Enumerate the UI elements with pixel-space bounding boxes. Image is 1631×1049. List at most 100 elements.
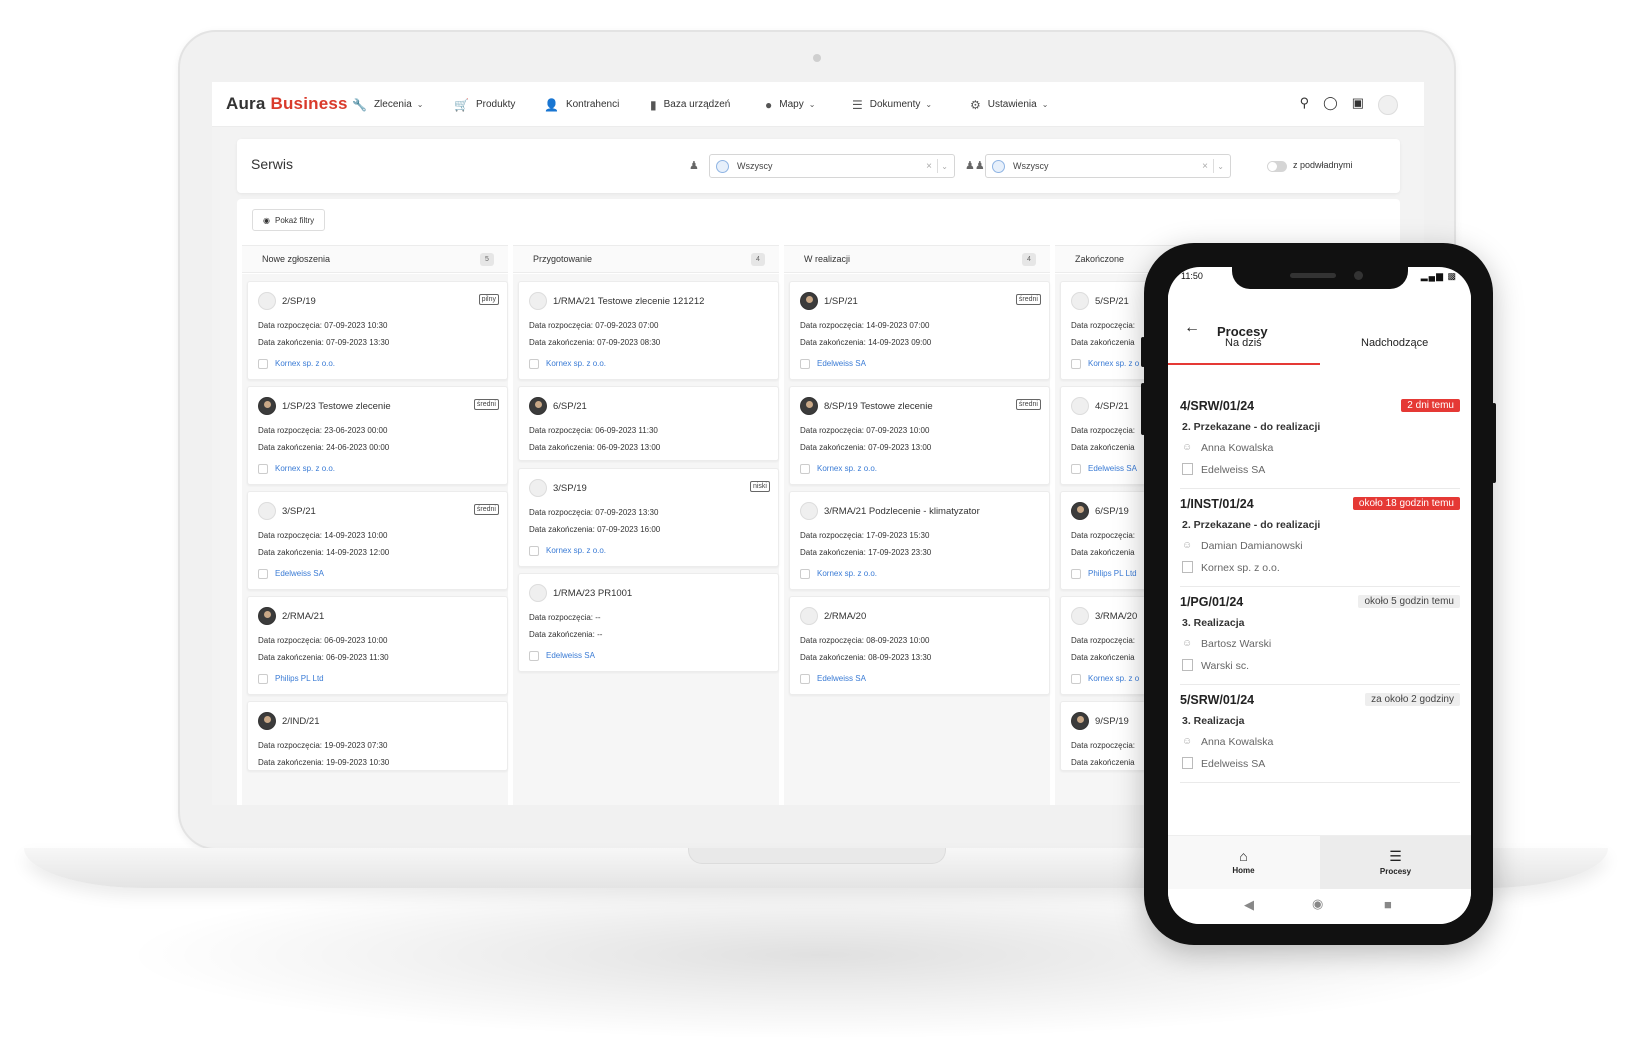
tab-nadchodzace[interactable]: Nadchodzące	[1361, 337, 1428, 349]
nav-dokumenty[interactable]: ☰ Dokumenty ⌄	[852, 82, 932, 127]
company-checkbox[interactable]	[1071, 674, 1081, 684]
kanban-card[interactable]: 1/SP/23 Testowe zlecenie średni Data rozpo…	[247, 386, 508, 485]
company-checkbox[interactable]	[1071, 569, 1081, 579]
kanban-card[interactable]: 2/IND/21 Data rozpoczęcia: 19-09-2023 07:…	[247, 701, 508, 771]
end-date: Data zakończenia: 07-09-2023 13:30	[258, 338, 389, 347]
start-label: Data rozpoczęcia:	[800, 426, 865, 435]
company-link[interactable]: Kornex sp. z o.o.	[817, 464, 877, 473]
company-link[interactable]: Edelweiss SA	[817, 674, 866, 683]
process-item[interactable]: 1/PG/01/24 około 5 godzin temu 3. Realizac…	[1180, 595, 1460, 685]
company-link[interactable]: Edelweiss SA	[275, 569, 324, 578]
kanban-card[interactable]: 3/RMA/20 Data rozpoczęcia: Data zakończeni…	[1060, 596, 1155, 695]
kanban-card[interactable]: 6/SP/19 Data rozpoczęcia: Data zakończenia…	[1060, 491, 1155, 590]
company-link[interactable]: Kornex sp. z o.o.	[546, 546, 606, 555]
phone-screen: 11:50 ▂▄▆ ▩ ← Procesy Na dziś Nadchodząc…	[1168, 267, 1471, 924]
wrench-icon: 🔧	[352, 97, 367, 112]
kanban-card[interactable]: 9/SP/19 Data rozpoczęcia: Data zakończenia	[1060, 701, 1155, 771]
tab-na-dzis[interactable]: Na dziś	[1225, 337, 1262, 349]
search-icon[interactable]: ⚲	[1300, 95, 1310, 115]
kanban-card[interactable]: 2/SP/19 pilny Data rozpoczęcia: 07-09-2023…	[247, 281, 508, 380]
kanban-card[interactable]: 2/RMA/21 Data rozpoczęcia: 06-09-2023 10:…	[247, 596, 508, 695]
company-checkbox[interactable]	[800, 464, 810, 474]
company-checkbox[interactable]	[258, 569, 268, 579]
chat-icon[interactable]: ◯	[1323, 95, 1338, 115]
kanban-card[interactable]: 6/SP/21 Data rozpoczęcia: 06-09-2023 11:3…	[518, 386, 779, 461]
card-title: 1/SP/23 Testowe zlecenie	[282, 401, 391, 412]
chevron-down-icon[interactable]: ⌄	[1217, 162, 1224, 171]
kanban-card[interactable]: 3/SP/19 niski Data rozpoczęcia: 07-09-2023…	[518, 468, 779, 567]
company-checkbox[interactable]	[258, 464, 268, 474]
company-checkbox[interactable]	[529, 359, 539, 369]
company-checkbox[interactable]	[1071, 464, 1081, 474]
recents-square-icon[interactable]: ■	[1384, 897, 1392, 912]
chevron-down-icon[interactable]: ⌄	[941, 162, 948, 171]
company-checkbox[interactable]	[529, 651, 539, 661]
nav-produkty[interactable]: 🛒 Produkty	[454, 82, 515, 127]
back-triangle-icon[interactable]: ◀	[1244, 897, 1254, 913]
clipboard-icon[interactable]: ▣	[1352, 95, 1364, 115]
process-item[interactable]: 5/SRW/01/24 za około 2 godziny 3. Realizac…	[1180, 693, 1460, 783]
company-checkbox[interactable]	[800, 359, 810, 369]
show-filters-button[interactable]: ◉ Pokaż filtry	[252, 209, 326, 231]
company-link[interactable]: Edelweiss SA	[546, 651, 595, 660]
company-link[interactable]: Edelweiss SA	[1088, 464, 1137, 473]
company-link[interactable]: Kornex sp. z o.o.	[275, 359, 335, 368]
kanban-card[interactable]: 1/SP/21 średni Data rozpoczęcia: 14-09-202…	[789, 281, 1050, 380]
company-link[interactable]: Kornex sp. z o.o.	[546, 359, 606, 368]
nav-zlecenia[interactable]: 🔧 Zlecenia ⌄	[352, 82, 423, 127]
company-checkbox[interactable]	[1071, 359, 1081, 369]
clear-icon[interactable]: ×	[926, 161, 932, 172]
avatar[interactable]	[1378, 95, 1398, 115]
company-checkbox[interactable]	[800, 569, 810, 579]
person-icon: ☺	[1182, 442, 1193, 453]
company-checkbox[interactable]	[258, 359, 268, 369]
company-link[interactable]: Kornex sp. z o.o.	[817, 569, 877, 578]
phone-header: ← Procesy	[1168, 293, 1471, 373]
back-arrow-icon[interactable]: ←	[1184, 319, 1200, 337]
nav-kontrahenci[interactable]: 👤 Kontrahenci	[544, 82, 619, 127]
process-item[interactable]: 1/INST/01/24 około 18 godzin temu 2. Przek…	[1180, 497, 1460, 587]
company-link[interactable]: Philips PL Ltd	[1088, 569, 1137, 578]
kanban-card[interactable]: 2/RMA/20 Data rozpoczęcia: 08-09-2023 10:…	[789, 596, 1050, 695]
company-link[interactable]: Kornex sp. z o	[1088, 674, 1139, 683]
list-icon: ☰	[852, 97, 863, 112]
company-link[interactable]: Philips PL Ltd	[275, 674, 324, 683]
card-title: 3/RMA/21 Podzlecenie - klimatyzator	[824, 506, 980, 517]
company-link[interactable]: Kornex sp. z o	[1088, 359, 1139, 368]
subordinates-toggle[interactable]	[1267, 161, 1287, 172]
header-actions: ⚲ ◯ ▣	[1300, 95, 1398, 115]
end-label: Data zakończenia:	[800, 338, 866, 347]
kanban-card[interactable]: 1/RMA/23 PR1001 Data rozpoczęcia: -- Data …	[518, 573, 779, 672]
kanban-card[interactable]: 3/RMA/21 Podzlecenie - klimatyzator Data …	[789, 491, 1050, 590]
process-person: Damian Damianowski	[1201, 540, 1303, 552]
nav-baza-urzadzen[interactable]: ▮ Baza urządzeń	[650, 82, 730, 127]
avatar	[258, 607, 276, 625]
company-link[interactable]: Kornex sp. z o.o.	[275, 464, 335, 473]
end-label: Data zakończenia:	[800, 443, 866, 452]
start-date: Data rozpoczęcia: 07-09-2023 10:00	[800, 426, 929, 435]
start-label: Data rozpoczęcia:	[800, 321, 865, 330]
nav-ustawienia[interactable]: ⚙ Ustawienia ⌄	[970, 82, 1048, 127]
user-filter-icon: ♟	[689, 160, 699, 172]
kanban-card[interactable]: 3/SP/21 średni Data rozpoczęcia: 14-09-202…	[247, 491, 508, 590]
column-header: Nowe zgłoszenia 5	[242, 245, 508, 273]
nav-procesy[interactable]: ☰ Procesy	[1320, 836, 1471, 890]
process-item[interactable]: 4/SRW/01/24 2 dni temu 2. Przekazane - do …	[1180, 399, 1460, 489]
company-checkbox[interactable]	[800, 674, 810, 684]
kanban-card[interactable]: 1/RMA/21 Testowe zlecenie 121212 Data roz…	[518, 281, 779, 380]
company-checkbox[interactable]	[258, 674, 268, 684]
end-label: Data zakończenia:	[258, 548, 324, 557]
app-logo[interactable]: Aura Business	[226, 94, 348, 114]
home-circle-icon[interactable]: ◉	[1312, 896, 1323, 912]
start-label: Data rozpoczęcia:	[258, 426, 323, 435]
group-select[interactable]: Wszyscy × ⌄	[985, 154, 1231, 178]
company-checkbox[interactable]	[529, 546, 539, 556]
clear-icon[interactable]: ×	[1202, 161, 1208, 172]
company-link[interactable]: Edelweiss SA	[817, 359, 866, 368]
card-title: 1/SP/21	[824, 296, 858, 307]
nav-home[interactable]: ⌂ Home	[1168, 836, 1319, 890]
kanban-card[interactable]: 8/SP/19 Testowe zlecenie średni Data rozpo…	[789, 386, 1050, 485]
user-select[interactable]: Wszyscy × ⌄	[709, 154, 955, 178]
nav-mapy[interactable]: ● Mapy ⌄	[765, 82, 815, 127]
end-date: Data zakończenia: 17-09-2023 23:30	[800, 548, 931, 557]
